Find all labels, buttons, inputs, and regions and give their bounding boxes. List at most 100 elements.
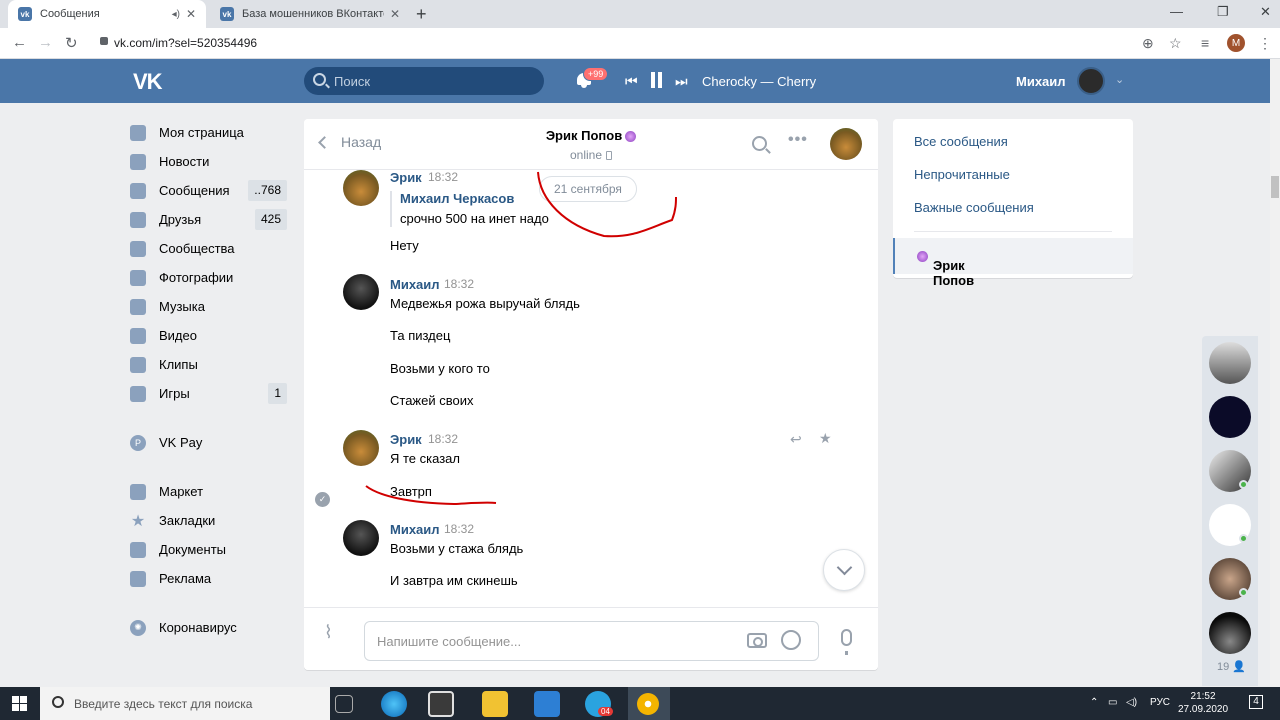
scroll-down-button[interactable] (823, 549, 865, 591)
back-arrow-icon[interactable]: ← (12, 34, 27, 51)
menu-item-clips[interactable]: Клипы (130, 350, 290, 379)
chat-panel: Назад Эрик Попов online ••• Эрик 18:32 М… (304, 119, 878, 670)
store-icon[interactable] (428, 691, 454, 717)
scrollbar-thumb[interactable] (1271, 176, 1279, 198)
page-scrollbar[interactable] (1270, 59, 1280, 687)
maximize-icon[interactable]: ❐ (1217, 4, 1229, 20)
contacts-count[interactable]: 19 👤 (1217, 660, 1246, 673)
action-center-icon[interactable]: 4 (1249, 695, 1263, 709)
search-placeholder: Поиск (334, 74, 371, 89)
filter-unread[interactable]: Непрочитанные (914, 167, 1010, 182)
speaker-icon[interactable]: ◂) (172, 9, 180, 20)
menu-item-documents[interactable]: Документы (130, 535, 290, 564)
paperclip-icon[interactable]: ⌇ (324, 622, 333, 643)
menu-item-video[interactable]: Видео (130, 321, 290, 350)
contact-avatar[interactable] (1209, 396, 1251, 438)
lock-icon[interactable] (100, 37, 108, 45)
smile-icon[interactable] (781, 630, 801, 650)
menu-item-groups[interactable]: Сообщества (130, 234, 290, 263)
browser-menu-icon[interactable]: ⋮ (1258, 35, 1272, 52)
language-indicator[interactable]: РУС (1150, 697, 1170, 708)
prev-track-icon[interactable]: ⏮ (625, 73, 638, 90)
megaphone-icon (130, 570, 146, 587)
task-view-icon[interactable] (335, 695, 353, 713)
volume-icon[interactable]: ◁) (1126, 697, 1137, 708)
browser-profile-avatar[interactable]: M (1227, 34, 1245, 52)
chat-header: Назад Эрик Попов online ••• (304, 119, 878, 170)
status-text: online (569, 148, 603, 162)
crystal-ball-icon (917, 251, 928, 263)
peer-avatar[interactable] (830, 128, 862, 160)
menu-item-photos[interactable]: Фотографии (130, 263, 290, 292)
menu-item-games[interactable]: Игры 1 (130, 379, 290, 408)
online-indicator (1239, 480, 1248, 489)
next-track-icon[interactable]: ⏭ (675, 73, 688, 90)
menu-label: Клипы (159, 357, 198, 372)
user-name[interactable]: Михаил (1016, 74, 1066, 89)
close-window-icon[interactable]: ✕ (1260, 4, 1271, 20)
search-box[interactable]: Поиск (304, 67, 544, 95)
file-explorer-icon[interactable] (482, 691, 508, 717)
reload-icon[interactable]: ↻ (65, 34, 78, 52)
edge-icon[interactable] (381, 691, 407, 717)
menu-item-friends[interactable]: Друзья 425 (130, 205, 290, 234)
menu-label: Видео (159, 328, 197, 343)
close-tab-icon[interactable]: ✕ (390, 7, 400, 21)
current-track[interactable]: Cherocky — Cherry (702, 74, 816, 89)
microphone-icon[interactable] (841, 629, 852, 655)
menu-item-messages[interactable]: Сообщения ..768 (130, 176, 290, 205)
contacts-count-text: 19 (1217, 661, 1230, 673)
vk-logo-icon[interactable]: VK (133, 69, 163, 95)
clock-time: 21:52 (1190, 691, 1216, 702)
clock-date: 27.09.2020 (1178, 704, 1229, 715)
menu-item-my-page[interactable]: Моя страница (130, 118, 290, 147)
menu-label: Фотографии (159, 270, 234, 285)
bookmark-star-icon[interactable]: ☆ (1169, 35, 1182, 52)
browser-tab-messages[interactable]: vk Сообщения ◂) ✕ (8, 0, 206, 28)
browser-tab-scam-base[interactable]: vk База мошенников ВКонтакте Ки ✕ (210, 0, 410, 28)
telegram-badge: 04 (598, 707, 613, 716)
message-list: Эрик 18:32 Михаил Черкасов срочно 500 на… (304, 170, 878, 606)
url-field[interactable]: vk.com/im?sel=520354496 (114, 36, 257, 50)
filter-important[interactable]: Важные сообщения (914, 200, 1034, 215)
minimize-icon[interactable]: — (1170, 4, 1183, 19)
new-tab-button[interactable]: + (416, 4, 427, 25)
vk-favicon-icon: vk (220, 7, 234, 21)
media-queue-icon[interactable]: ≡ (1201, 35, 1209, 51)
close-tab-icon[interactable]: ✕ (186, 7, 196, 21)
filter-all-messages[interactable]: Все сообщения (914, 134, 1008, 149)
pause-icon[interactable] (651, 72, 662, 88)
zoom-icon[interactable]: ⊕ (1142, 35, 1154, 52)
active-dialog-item[interactable]: Эрик Попов (893, 238, 1133, 288)
chrome-taskbar-button[interactable] (628, 687, 670, 720)
dialogs-filter-panel: Все сообщения Непрочитанные Важные сообщ… (893, 119, 1133, 288)
chevron-up-icon[interactable]: ⌃ (1090, 697, 1098, 708)
menu-item-ads[interactable]: Реклама (130, 564, 290, 593)
camera-icon (130, 269, 146, 286)
windows-start-icon[interactable] (12, 696, 28, 712)
menu-item-coronavirus[interactable]: ✺ Коронавирус (130, 613, 290, 642)
taskbar-clock[interactable]: 21:52 27.09.2020 (1178, 690, 1228, 716)
menu-item-music[interactable]: Музыка (130, 292, 290, 321)
menu-item-news[interactable]: Новости (130, 147, 290, 176)
more-icon[interactable]: ••• (788, 131, 808, 149)
star-icon: ★ (130, 512, 146, 530)
user-avatar[interactable] (1077, 67, 1105, 95)
menu-item-vkpay[interactable]: P VK Pay (130, 428, 290, 457)
contact-avatar[interactable] (1209, 342, 1251, 384)
composer: ⌇ (304, 607, 878, 670)
menu-label: Сообщения (159, 183, 230, 198)
address-bar: ← → ↻ vk.com/im?sel=520354496 ⊕ ☆ ≡ M ⋮ (0, 28, 1280, 59)
network-icon[interactable]: ▭ (1108, 697, 1117, 708)
divider (914, 231, 1112, 232)
menu-item-market[interactable]: Маркет (130, 477, 290, 506)
mail-icon[interactable] (534, 691, 560, 717)
taskbar-search[interactable]: Введите здесь текст для поиска (40, 687, 330, 720)
forward-arrow-icon[interactable]: → (38, 34, 53, 51)
chat-search-icon[interactable] (752, 136, 767, 151)
chevron-down-icon[interactable]: ⌄ (1115, 73, 1124, 86)
contact-avatar[interactable] (1209, 612, 1251, 654)
camera-icon[interactable] (747, 633, 767, 648)
gamepad-icon (130, 385, 146, 402)
menu-item-bookmarks[interactable]: ★ Закладки (130, 506, 290, 535)
